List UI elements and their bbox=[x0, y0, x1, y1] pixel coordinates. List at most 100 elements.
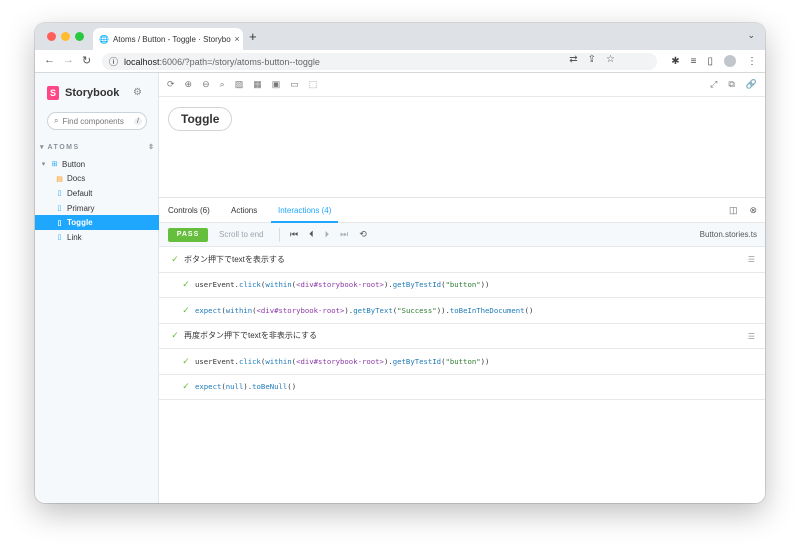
step-code: userEvent.click(within(<div#storybook-ro… bbox=[195, 356, 490, 366]
search-icon: ⌕ bbox=[54, 116, 59, 125]
more-menu-icon[interactable]: ⋮ bbox=[747, 56, 757, 67]
sidebar-item-label: Default bbox=[67, 188, 93, 198]
check-icon: ✓ bbox=[182, 304, 190, 315]
zoom-in-icon[interactable]: ⊕ bbox=[185, 79, 193, 90]
url-path: :6006/?path=/story/atoms-button--toggle bbox=[159, 56, 320, 67]
interaction-step[interactable]: ✓ expect(within(<div#storybook-root>).ge… bbox=[159, 298, 765, 324]
avatar[interactable] bbox=[724, 55, 736, 67]
step-code: expect(null).toBeNull() bbox=[195, 382, 297, 392]
copy-link-icon[interactable]: 🔗 bbox=[746, 79, 757, 90]
check-icon: ✓ bbox=[182, 355, 190, 366]
sidebar-item-label: Link bbox=[67, 232, 82, 242]
zoom-out-icon[interactable]: ⊖ bbox=[202, 79, 210, 90]
open-new-tab-icon[interactable]: ⧉ bbox=[728, 79, 734, 90]
new-tab-button[interactable]: + bbox=[249, 29, 257, 44]
gear-icon[interactable]: ⚙ bbox=[133, 87, 142, 98]
interaction-step[interactable]: ✓ expect(null).toBeNull() bbox=[159, 375, 765, 400]
status-badge: PASS bbox=[168, 228, 208, 242]
brand-name: Storybook bbox=[65, 87, 120, 99]
share-icon[interactable]: ⇪ bbox=[588, 54, 596, 65]
component-icon: ⊞ bbox=[51, 161, 58, 169]
zoom-reset-icon[interactable]: ⌕ bbox=[220, 79, 225, 90]
bookmark-icon: ▯ bbox=[57, 234, 62, 242]
info-icon[interactable]: ⓘ bbox=[109, 55, 118, 68]
story-canvas: Toggle bbox=[159, 97, 765, 197]
scroll-to-end-button[interactable]: Scroll to end bbox=[219, 230, 263, 239]
search-placeholder: Find components bbox=[62, 116, 124, 126]
tab-bar: 🌐 Atoms / Button - Toggle · Storybook × … bbox=[35, 23, 765, 50]
sidebar-item-link[interactable]: ▯ Link bbox=[35, 230, 159, 245]
fullscreen-icon[interactable]: ⤢ bbox=[710, 79, 717, 90]
sidebar-item-toggle[interactable]: ▯ Toggle bbox=[35, 215, 159, 230]
sidebar-item-primary[interactable]: ▯ Primary bbox=[35, 201, 159, 216]
list-icon[interactable]: ☰ bbox=[748, 255, 755, 264]
preview-tools-right: ⤢ ⧉ 🔗 bbox=[710, 79, 757, 90]
sidebar-item-label: Button bbox=[62, 159, 86, 169]
grid-icon[interactable]: ▦ bbox=[253, 79, 262, 90]
check-icon: ✓ bbox=[171, 330, 179, 341]
globe-icon: 🌐 bbox=[99, 34, 109, 44]
search-input[interactable]: ⌕ Find components / bbox=[47, 112, 147, 130]
chevron-down-icon: ▾ bbox=[41, 161, 46, 169]
sidebar-item-label: Primary bbox=[67, 203, 95, 213]
maximize-window-button[interactable] bbox=[75, 32, 84, 41]
addon-panel-actions: ◫ ⊗ bbox=[729, 205, 757, 216]
bookmark-icon: ▯ bbox=[57, 205, 62, 213]
collapse-all-icon[interactable]: ⇳ bbox=[148, 143, 154, 151]
step-back-icon[interactable]: ⏴ bbox=[309, 229, 314, 240]
storybook-logo-icon: S bbox=[47, 86, 59, 100]
measure-icon[interactable]: ▭ bbox=[290, 79, 299, 90]
star-icon[interactable]: ☆ bbox=[606, 54, 615, 65]
tab-interactions[interactable]: Interactions (4) bbox=[271, 198, 339, 223]
rerun-icon[interactable]: ⟲ bbox=[359, 229, 367, 240]
browser-tab[interactable]: 🌐 Atoms / Button - Toggle · Storybook × bbox=[93, 28, 243, 50]
tab-actions[interactable]: Actions bbox=[231, 198, 257, 223]
sidebar-item-docs[interactable]: ▤ Docs bbox=[35, 172, 159, 187]
storybook-logo[interactable]: S Storybook bbox=[47, 86, 119, 100]
sidebar-item-button[interactable]: ▾ ⊞ Button bbox=[35, 157, 159, 172]
go-to-end-icon[interactable]: ⏭ bbox=[340, 229, 348, 240]
url-host: localhost bbox=[124, 56, 160, 67]
group-header-atoms[interactable]: ▾ ATOMS ⇳ bbox=[40, 143, 154, 152]
interaction-step[interactable]: ✓ userEvent.click(within(<div#storybook-… bbox=[159, 273, 765, 298]
step-forward-icon[interactable]: ⏵ bbox=[325, 229, 330, 240]
playback-controls: ⏮ ⏴ ⏵ ⏭ ⟲ bbox=[290, 229, 367, 240]
sidepanel-icon[interactable]: ▯ bbox=[707, 56, 713, 67]
close-window-button[interactable] bbox=[47, 32, 56, 41]
interaction-group[interactable]: ✓ ボタン押下でtextを表示する ☰ bbox=[159, 247, 765, 273]
translate-icon[interactable]: ⇄ bbox=[569, 54, 577, 65]
panel-orientation-icon[interactable]: ◫ bbox=[729, 205, 738, 216]
tab-close-icon[interactable]: × bbox=[231, 34, 243, 44]
document-icon: ▤ bbox=[56, 175, 63, 183]
check-icon: ✓ bbox=[182, 381, 190, 392]
interaction-group[interactable]: ✓ 再度ボタン押下でtextを非表示にする ☰ bbox=[159, 324, 765, 349]
group-title: 再度ボタン押下でtextを非表示にする bbox=[184, 331, 317, 341]
extensions-icon[interactable]: ✱ bbox=[671, 56, 679, 67]
tab-controls[interactable]: Controls (6) bbox=[168, 198, 210, 223]
media-icon[interactable]: ≡ bbox=[691, 56, 697, 67]
viewport-icon[interactable]: ▣ bbox=[272, 79, 281, 90]
interaction-step[interactable]: ✓ userEvent.click(within(<div#storybook-… bbox=[159, 349, 765, 375]
forward-arrow-icon[interactable]: → bbox=[63, 54, 74, 66]
group-label: ATOMS bbox=[47, 143, 80, 151]
story-file-name[interactable]: Button.stories.ts bbox=[700, 230, 757, 239]
toggle-button[interactable]: Toggle bbox=[168, 107, 233, 131]
background-icon[interactable]: ▨ bbox=[235, 79, 244, 90]
preview-toolbar: ⟳ ⊕ ⊖ ⌕ ▨ ▦ ▣ ▭ ⬚ ⤢ ⧉ 🔗 bbox=[159, 73, 765, 97]
interaction-steps: ✓ ボタン押下でtextを表示する ☰ ✓ userEvent.click(wi… bbox=[159, 247, 765, 400]
chevron-down-icon[interactable]: ⌄ bbox=[747, 30, 755, 41]
minimize-window-button[interactable] bbox=[61, 32, 70, 41]
addon-tabs: Controls (6) Actions Interactions (4) ◫ … bbox=[159, 198, 765, 223]
reload-icon[interactable]: ↻ bbox=[82, 54, 91, 67]
step-code: userEvent.click(within(<div#storybook-ro… bbox=[195, 280, 490, 290]
sidebar-item-default[interactable]: ▯ Default bbox=[35, 186, 159, 201]
outline-icon[interactable]: ⬚ bbox=[309, 79, 318, 90]
close-icon[interactable]: ⊗ bbox=[749, 205, 757, 216]
step-code: expect(within(<div#storybook-root>).getB… bbox=[195, 305, 534, 315]
remount-icon[interactable]: ⟳ bbox=[167, 79, 175, 90]
list-icon[interactable]: ☰ bbox=[748, 332, 755, 341]
storybook-sidebar: S Storybook ⚙ ⌕ Find components / ▾ ATOM… bbox=[35, 73, 159, 503]
back-arrow-icon[interactable]: ← bbox=[44, 54, 55, 66]
address-bar-actions: ⇄ ⇪ ☆ bbox=[569, 54, 615, 65]
go-to-start-icon[interactable]: ⏮ bbox=[290, 229, 298, 240]
